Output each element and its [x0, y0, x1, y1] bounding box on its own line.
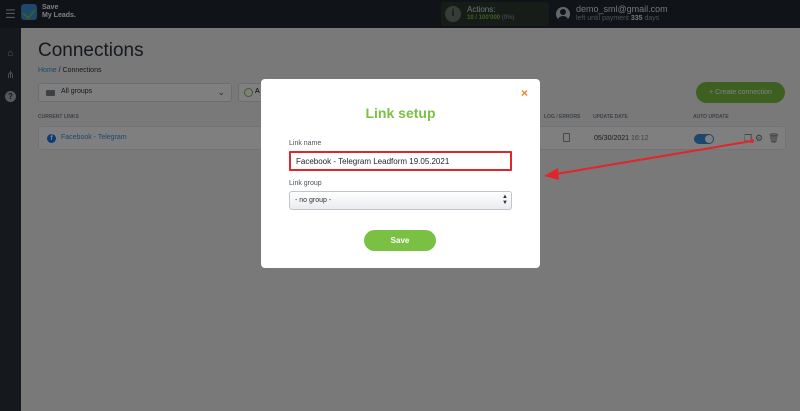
arrow-line — [555, 140, 753, 175]
red-arrow-annotation — [544, 139, 754, 180]
arrow-tail — [750, 139, 754, 143]
arrow-head — [544, 168, 559, 180]
